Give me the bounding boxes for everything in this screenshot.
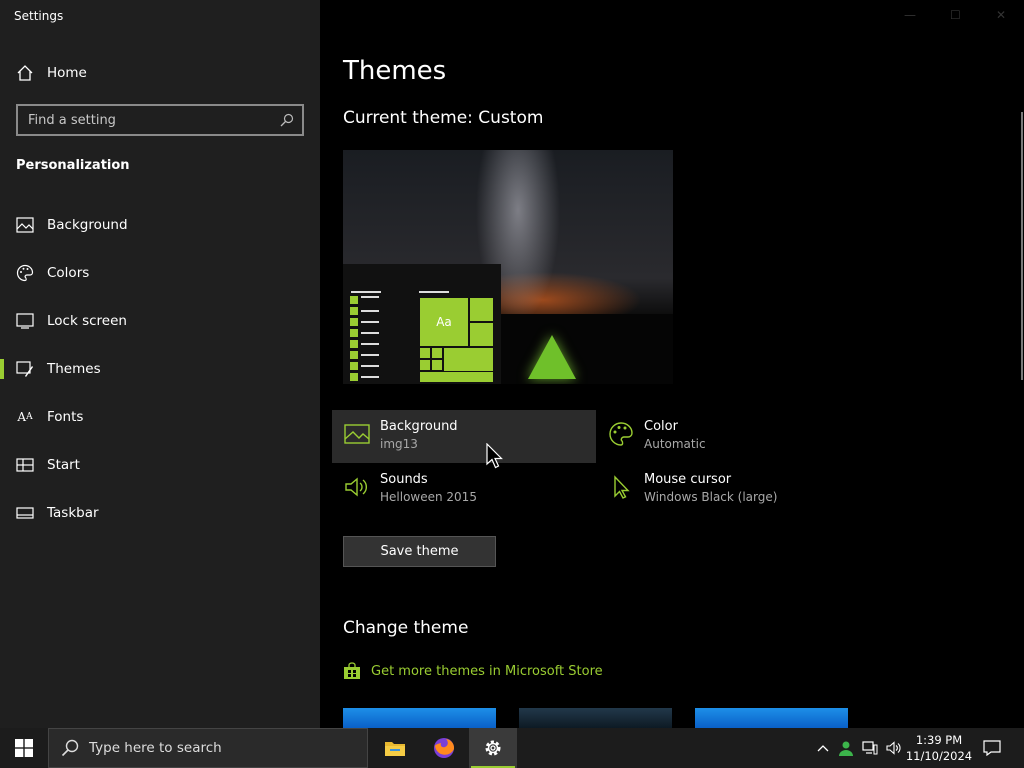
- theme-preview: Aa: [343, 150, 673, 384]
- preview-tent: [528, 335, 576, 379]
- sidebar-item-colors[interactable]: Colors: [0, 253, 320, 293]
- firefox-icon: [434, 738, 455, 758]
- folder-icon: [385, 742, 405, 756]
- taskbar-search-box[interactable]: Type here to search: [48, 728, 368, 768]
- mouse-cursor-option[interactable]: Mouse cursor Windows Black (large): [596, 463, 860, 516]
- windows-logo-icon: [15, 739, 33, 757]
- home-nav[interactable]: Home: [16, 62, 87, 84]
- sidebar-item-start[interactable]: Start: [0, 445, 320, 485]
- fonts-icon: AA: [17, 410, 33, 424]
- taskbar-icon: [16, 504, 34, 522]
- sidebar-item-lock-screen[interactable]: Lock screen: [0, 301, 320, 341]
- sounds-option-value: Helloween 2015: [380, 490, 477, 504]
- close-icon[interactable]: ✕: [996, 8, 1006, 22]
- store-link-label: Get more themes in Microsoft Store: [371, 663, 603, 679]
- page-title: Themes: [343, 56, 447, 86]
- section-personalization: Personalization: [16, 158, 130, 173]
- store-themes-link[interactable]: Get more themes in Microsoft Store: [343, 662, 603, 680]
- save-theme-button[interactable]: Save theme: [343, 536, 496, 567]
- background-option-label: Background: [380, 419, 458, 434]
- sidebar: Settings Home Personalization Background…: [0, 0, 320, 728]
- find-setting-search[interactable]: [16, 104, 304, 136]
- taskbar-firefox[interactable]: [420, 728, 468, 768]
- scrollbar[interactable]: [1021, 112, 1023, 380]
- gear-icon: [485, 740, 501, 756]
- mouse-pointer-icon: [486, 443, 503, 469]
- change-theme-heading: Change theme: [343, 618, 469, 638]
- action-center-icon[interactable]: [980, 728, 1004, 768]
- clock-time: 1:39 PM: [915, 733, 963, 747]
- palette-icon: [16, 264, 34, 282]
- pointer-icon: [614, 475, 630, 499]
- tray-overflow-chevron-icon[interactable]: [814, 728, 832, 768]
- main-content: — ☐ ✕ Themes Current theme: Custom Aa Ba…: [320, 0, 1024, 728]
- start-button[interactable]: [0, 728, 48, 768]
- current-theme-heading: Current theme: Custom: [343, 108, 544, 128]
- image-icon: [16, 216, 34, 234]
- sidebar-item-label: Lock screen: [47, 313, 127, 329]
- sidebar-item-taskbar[interactable]: Taskbar: [0, 493, 320, 533]
- preview-tile-label: Aa: [419, 297, 469, 347]
- sidebar-item-label: Taskbar: [47, 505, 99, 521]
- theme-thumbnail-windows[interactable]: [343, 708, 496, 728]
- sidebar-item-label: Start: [47, 457, 80, 473]
- speaker-icon: [345, 477, 367, 497]
- theme-thumbnail-dark[interactable]: [519, 708, 672, 728]
- mouse-cursor-option-value: Windows Black (large): [644, 490, 778, 504]
- taskbar-file-explorer[interactable]: [371, 728, 419, 768]
- clock-date: 11/10/2024: [905, 749, 973, 763]
- user-status-icon[interactable]: [836, 728, 856, 768]
- app-title: Settings: [14, 9, 64, 23]
- network-icon[interactable]: [860, 728, 880, 768]
- start-icon: [16, 456, 34, 474]
- sidebar-item-label: Colors: [47, 265, 90, 281]
- taskbar-clock[interactable]: 1:39 PM 11/10/2024: [904, 732, 974, 764]
- search-icon: [61, 739, 79, 757]
- theme-thumbnail-windows-light[interactable]: [695, 708, 848, 728]
- volume-icon[interactable]: [884, 728, 904, 768]
- store-icon: [344, 662, 360, 679]
- background-option[interactable]: Background img13: [332, 410, 596, 463]
- image-icon: [344, 424, 370, 444]
- preview-start-menu: Aa: [343, 264, 501, 384]
- sidebar-item-label: Fonts: [47, 409, 84, 425]
- sidebar-item-label: Background: [47, 217, 128, 233]
- sounds-option[interactable]: Sounds Helloween 2015: [332, 463, 596, 516]
- taskbar: Type here to search 1:39 PM 11/10/2024: [0, 728, 1024, 768]
- color-option-value: Automatic: [644, 437, 706, 451]
- taskbar-settings[interactable]: [469, 728, 517, 768]
- sidebar-item-label: Themes: [47, 361, 101, 377]
- search-icon[interactable]: [280, 113, 294, 127]
- home-icon: [17, 65, 33, 81]
- background-option-value: img13: [380, 437, 418, 451]
- minimize-icon[interactable]: —: [904, 8, 916, 22]
- palette-icon: [609, 422, 633, 446]
- find-setting-input[interactable]: [28, 112, 280, 128]
- color-option[interactable]: Color Automatic: [596, 410, 860, 463]
- color-option-label: Color: [644, 419, 678, 434]
- home-label: Home: [47, 65, 87, 81]
- themes-icon: [16, 360, 34, 378]
- mouse-cursor-option-label: Mouse cursor: [644, 472, 732, 487]
- sounds-option-label: Sounds: [380, 472, 428, 487]
- sidebar-item-themes[interactable]: Themes: [0, 349, 320, 389]
- sidebar-item-fonts[interactable]: AA Fonts: [0, 397, 320, 437]
- taskbar-search-placeholder: Type here to search: [89, 740, 222, 756]
- maximize-icon[interactable]: ☐: [950, 8, 961, 22]
- lock-screen-icon: [16, 312, 34, 330]
- sidebar-item-background[interactable]: Background: [0, 205, 320, 245]
